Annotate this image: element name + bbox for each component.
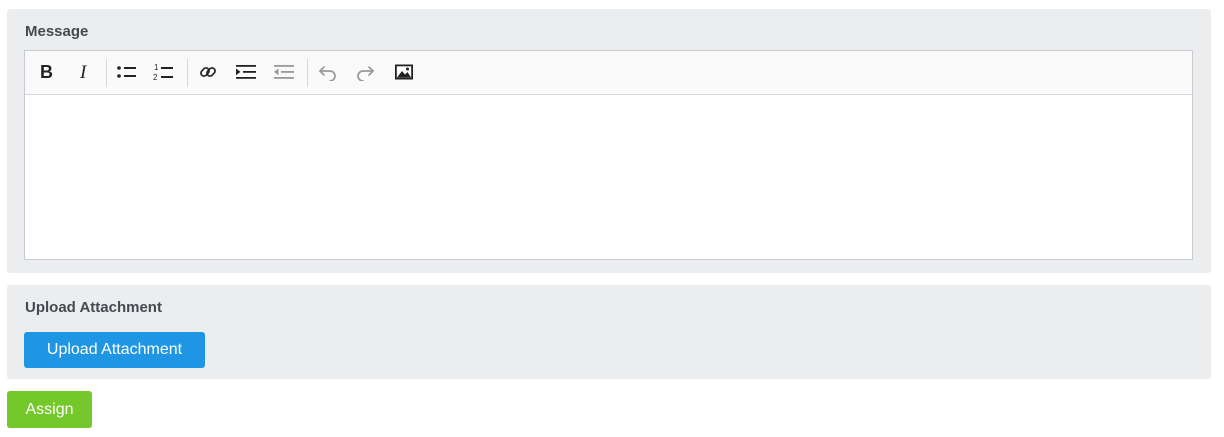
editor-toolbar: B I 1 2 [25,51,1192,95]
redo-button[interactable] [350,57,380,87]
indent-button[interactable] [231,57,261,87]
rich-text-editor: B I 1 2 [24,50,1193,260]
toolbar-divider [307,59,308,87]
link-icon [198,62,218,82]
redo-icon [355,63,375,81]
indent-icon [235,63,257,81]
svg-text:I: I [79,63,88,81]
bold-icon: B [37,63,55,81]
toolbar-divider [187,59,188,87]
message-label: Message [25,23,89,40]
image-icon [394,63,414,81]
message-panel: Message B I 1 2 [7,9,1211,273]
italic-icon: I [75,63,93,81]
outdent-icon [273,63,295,81]
assign-button[interactable]: Assign [7,391,92,428]
bold-button[interactable]: B [31,57,61,87]
link-button[interactable] [193,57,223,87]
undo-icon [318,63,338,81]
upload-label: Upload Attachment [25,299,162,316]
upload-attachment-button[interactable]: Upload Attachment [24,332,205,368]
svg-text:2: 2 [153,73,158,82]
bulleted-list-button[interactable] [112,57,142,87]
numbered-list-icon: 1 2 [153,62,175,82]
undo-button[interactable] [313,57,343,87]
numbered-list-button[interactable]: 1 2 [149,57,179,87]
italic-button[interactable]: I [69,57,99,87]
upload-panel: Upload Attachment Upload Attachment [7,285,1211,379]
outdent-button[interactable] [269,57,299,87]
insert-image-button[interactable] [389,57,419,87]
toolbar-divider [106,59,107,87]
svg-text:1: 1 [154,63,159,72]
svg-text:B: B [40,63,53,81]
message-body[interactable] [25,95,1192,259]
bulleted-list-icon [116,63,138,81]
